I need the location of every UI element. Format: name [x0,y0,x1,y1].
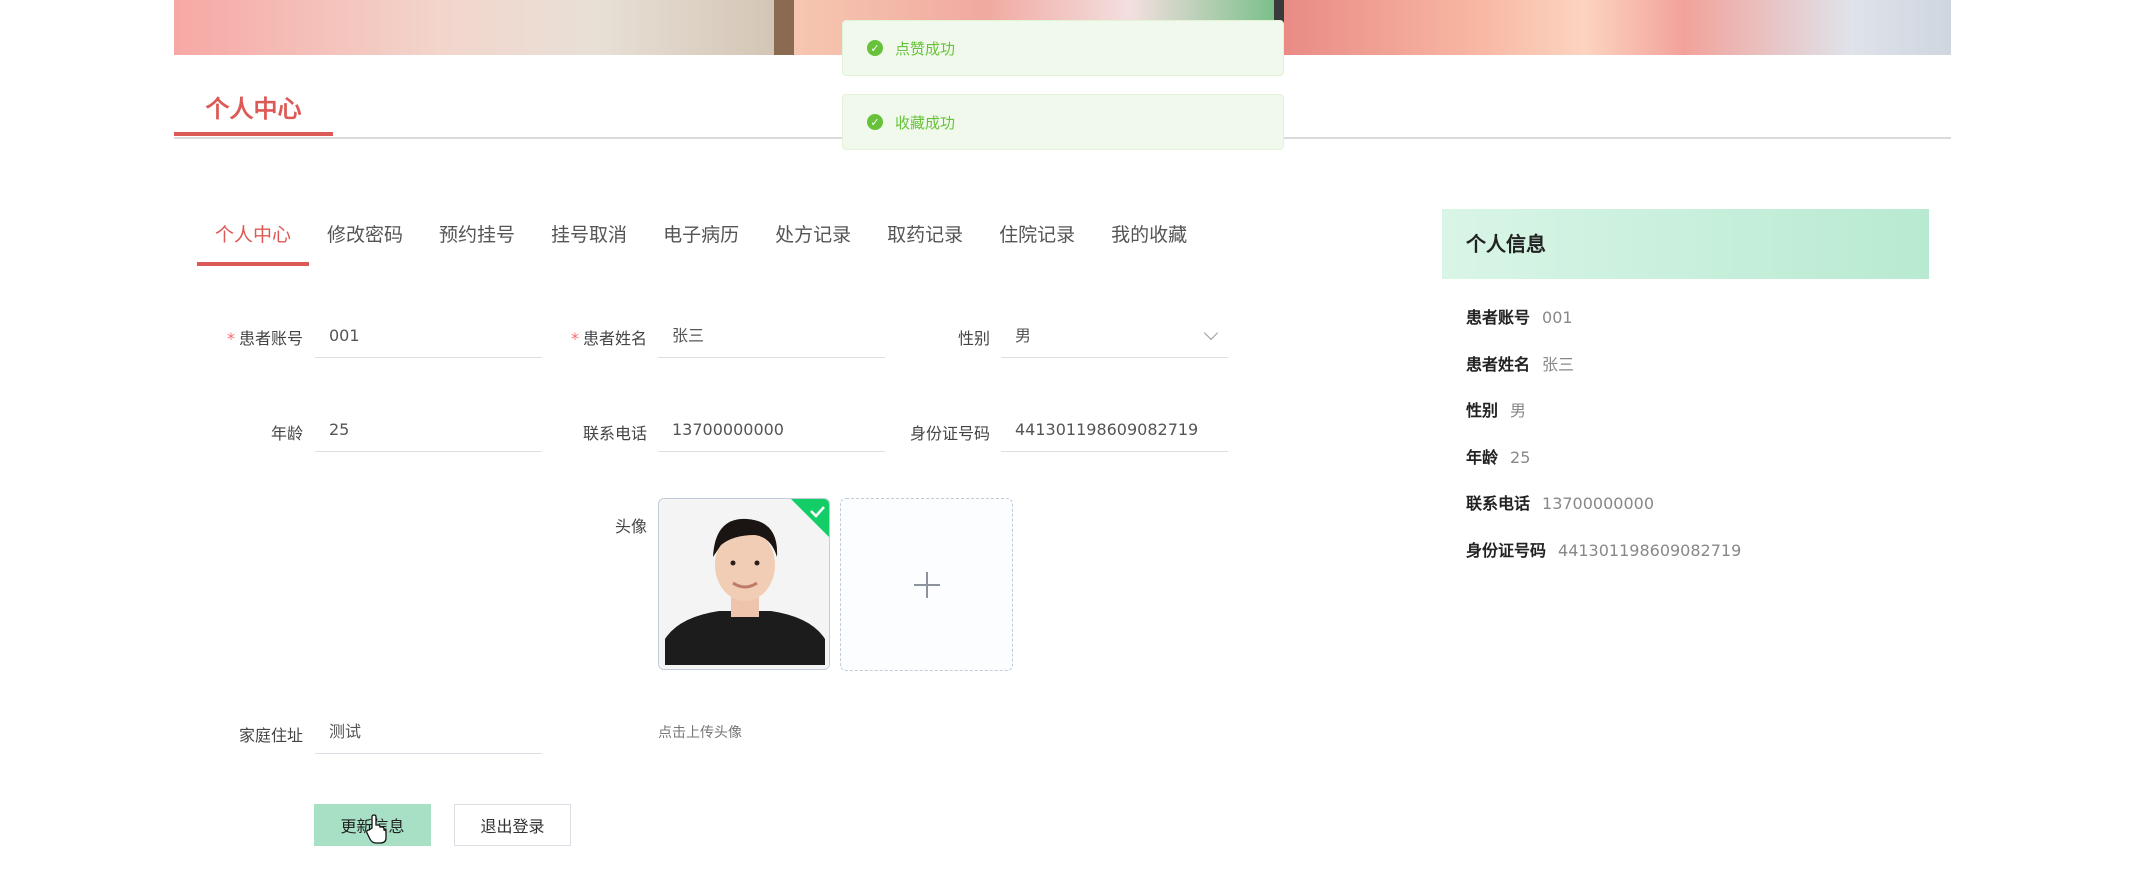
profile-tabs: 个人中心 修改密码 预约挂号 挂号取消 电子病历 处方记录 取药记录 住院记录 … [197,214,1205,266]
tab-profile[interactable]: 个人中心 [197,214,310,266]
gender-select-value: 男 [1015,326,1032,345]
info-value: 001 [1542,308,1573,327]
toast-like-success: ✓ 点赞成功 [842,20,1284,76]
toast-favorite-success: ✓ 收藏成功 [842,94,1284,150]
toast-text: 收藏成功 [895,113,956,132]
info-row-phone: 联系电话 13700000000 [1466,490,1654,514]
info-key: 性别 [1466,401,1499,420]
address-label: 家庭住址 [238,726,303,745]
required-mark: * [226,329,235,348]
account-label: * 患者账号 [163,325,303,349]
personal-info-title: 个人信息 [1442,209,1929,279]
avatar-photo [659,499,829,669]
info-key: 患者姓名 [1466,355,1531,374]
upload-hint: 点击上传头像 [658,725,742,741]
hand-cursor-icon [366,814,387,844]
tab-hospitalization[interactable]: 住院记录 [981,214,1093,262]
info-row-name: 患者姓名 张三 [1466,351,1574,375]
tab-medical-records[interactable]: 电子病历 [645,214,757,262]
id-card-label: 身份证号码 [909,424,990,443]
account-label-text: 患者账号 [238,329,303,348]
tab-prescriptions[interactable]: 处方记录 [757,214,869,262]
age-label: 年龄 [270,424,303,443]
logout-button[interactable]: 退出登录 [454,804,571,846]
info-value: 25 [1510,448,1531,467]
info-key: 身份证号码 [1466,541,1547,560]
tab-appointment[interactable]: 预约挂号 [421,214,533,262]
info-row-gender: 性别男 [1466,397,1526,421]
info-row-id-card: 身份证号码 441301198609082719 [1466,537,1741,561]
avatar-upload-button[interactable] [840,498,1013,671]
info-value: 441301198609082719 [1558,541,1742,560]
gender-select[interactable]: 男 [1001,314,1228,358]
name-label-text: 患者姓名 [582,329,647,348]
info-value: 13700000000 [1542,494,1654,513]
avatar-thumbnail[interactable] [658,498,830,670]
tab-favorites[interactable]: 我的收藏 [1093,214,1205,262]
info-key: 患者账号 [1466,308,1531,327]
id-card-input[interactable]: 441301198609082719 [1001,408,1228,452]
check-circle-icon: ✓ [867,40,883,56]
required-mark: * [570,329,579,348]
phone-label: 联系电话 [582,424,647,443]
address-input[interactable]: 测试 [315,710,542,754]
check-circle-icon: ✓ [867,114,883,130]
info-key: 联系电话 [1466,494,1531,513]
page-title: 个人中心 [174,88,333,136]
tab-change-password[interactable]: 修改密码 [309,214,421,262]
info-row-account: 患者账号 001 [1466,304,1573,328]
info-row-age: 年龄 25 [1466,444,1530,468]
tab-medicine-pickup[interactable]: 取药记录 [869,214,981,262]
gender-label: 性别 [957,329,990,348]
plus-icon [913,571,940,598]
info-value: 张三 [1542,355,1575,374]
avatar-label: 头像 [614,517,647,536]
chevron-down-icon [1203,325,1219,341]
tab-cancel-appointment[interactable]: 挂号取消 [533,214,645,262]
name-label: * 患者姓名 [507,325,647,349]
info-key: 年龄 [1466,448,1499,467]
toast-text: 点赞成功 [895,39,956,58]
info-value: 男 [1510,401,1527,420]
